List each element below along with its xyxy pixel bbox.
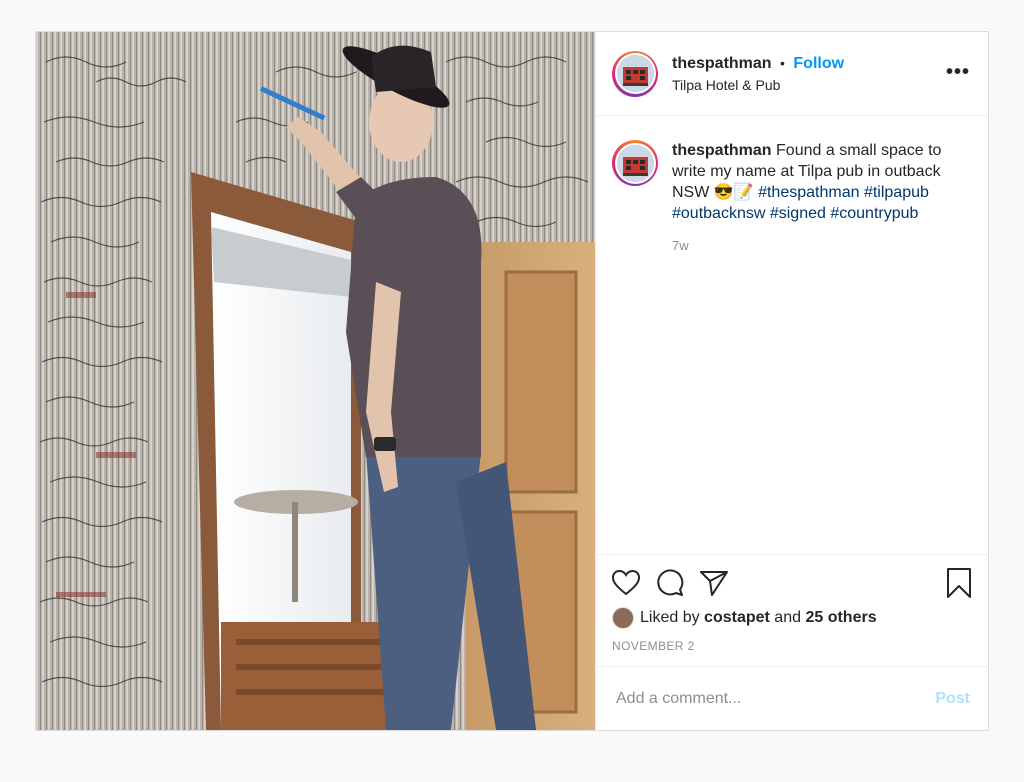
- building-logo-icon: [616, 144, 654, 182]
- header-text: thespathman • Follow Tilpa Hotel & Pub: [672, 55, 844, 93]
- caption-emoji: 😎📝: [713, 184, 754, 201]
- likes-and: and: [774, 609, 801, 626]
- hashtag-link[interactable]: #countrypub: [830, 205, 918, 222]
- follow-button[interactable]: Follow: [793, 55, 844, 72]
- post-comment-button[interactable]: Post: [935, 690, 970, 708]
- separator-dot: •: [780, 54, 785, 71]
- caption-avatar[interactable]: [612, 140, 658, 186]
- post-header: thespathman • Follow Tilpa Hotel & Pub •…: [596, 32, 988, 116]
- avatar-image: [616, 55, 654, 92]
- liker-avatar[interactable]: [612, 607, 634, 629]
- photo-illustration: [36, 32, 595, 730]
- avatar-image: [616, 144, 654, 182]
- likes-prefix: Liked by: [640, 609, 700, 626]
- hashtag-link[interactable]: #tilpapub: [864, 184, 929, 201]
- likes-count-link[interactable]: 25 others: [805, 609, 876, 627]
- author-avatar[interactable]: [612, 50, 658, 97]
- heart-icon[interactable]: [612, 570, 640, 596]
- post-date[interactable]: NOVEMBER 2: [612, 639, 972, 653]
- post-actions: Liked by costapet and 25 others NOVEMBER…: [596, 554, 988, 666]
- caption-timestamp[interactable]: 7w: [672, 238, 972, 253]
- author-username[interactable]: thespathman: [672, 55, 772, 72]
- hashtag-link[interactable]: #signed: [770, 205, 826, 222]
- action-icons: [612, 565, 972, 601]
- bookmark-icon[interactable]: [946, 568, 972, 598]
- comment-input[interactable]: [614, 688, 936, 709]
- post-sidebar: thespathman • Follow Tilpa Hotel & Pub •…: [595, 32, 988, 730]
- hashtag-link[interactable]: #thespathman: [758, 184, 859, 201]
- post-location[interactable]: Tilpa Hotel & Pub: [672, 77, 844, 93]
- caption-text: thespathman Found a small space to write…: [672, 140, 972, 224]
- building-logo-icon: [616, 55, 654, 92]
- hashtag-link[interactable]: #outbacknsw: [672, 205, 765, 222]
- more-icon[interactable]: •••: [946, 62, 970, 82]
- caption-username[interactable]: thespathman: [672, 142, 772, 159]
- comment-icon[interactable]: [656, 569, 684, 597]
- likes-summary: Liked by costapet and 25 others: [612, 607, 972, 629]
- add-comment-bar: Post: [596, 666, 988, 730]
- post-card: thespathman • Follow Tilpa Hotel & Pub •…: [35, 31, 989, 731]
- caption: thespathman Found a small space to write…: [612, 140, 972, 224]
- post-photo[interactable]: [36, 32, 595, 730]
- liker-username[interactable]: costapet: [704, 609, 770, 627]
- comments-section: thespathman Found a small space to write…: [596, 116, 988, 554]
- share-icon[interactable]: [700, 570, 728, 596]
